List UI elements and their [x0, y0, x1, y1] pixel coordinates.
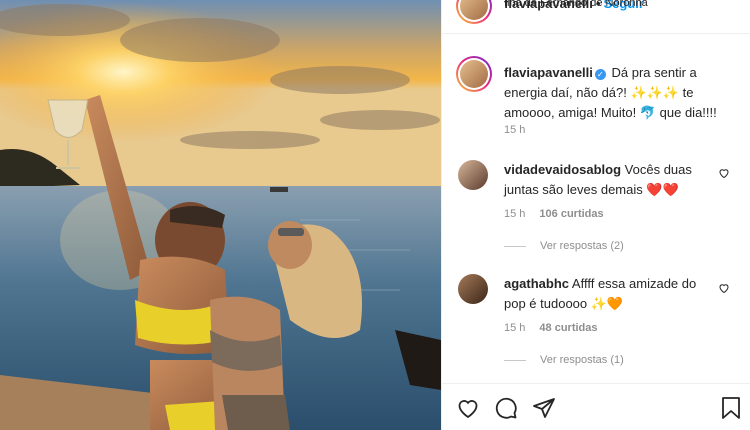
comment-likes[interactable]: 48 curtidas: [539, 322, 597, 334]
verified-badge-icon: ✓: [594, 69, 606, 80]
comment-time: 15 h: [504, 208, 526, 220]
caption-avatar[interactable]: [456, 56, 492, 92]
view-replies-label: Ver respostas (1): [540, 354, 624, 366]
bookmark-icon[interactable]: [720, 396, 742, 420]
replies-divider: [504, 359, 526, 361]
replies-divider: [504, 245, 526, 247]
commenter-avatar[interactable]: [458, 274, 488, 304]
comment-username[interactable]: vidadevaidosablog: [504, 162, 621, 177]
view-replies-button[interactable]: Ver respostas (2): [504, 240, 624, 252]
action-bar: [442, 383, 750, 430]
comment-username[interactable]: agathabhc: [504, 276, 569, 291]
commenter-avatar[interactable]: [458, 160, 488, 190]
heart-outline-icon[interactable]: [456, 396, 480, 420]
comment-likes[interactable]: 106 curtidas: [539, 208, 603, 220]
post-header: flaviapavanelli • Seguir Ilha de Fernando …: [442, 0, 750, 34]
comment-time: 15 h: [504, 322, 526, 334]
view-replies-label: Ver respostas (2): [540, 240, 624, 252]
location-link[interactable]: Ilha de Fernando de Noronha: [504, 0, 648, 9]
more-options-button[interactable]: ···: [722, 0, 741, 6]
post-photo[interactable]: [0, 0, 441, 430]
comment-like-icon[interactable]: [718, 167, 730, 182]
paper-plane-icon[interactable]: [532, 396, 556, 420]
view-replies-button[interactable]: Ver respostas (1): [504, 354, 624, 366]
post-side-panel: flaviapavanelli • Seguir Ilha de Fernando …: [441, 0, 750, 430]
caption-time: 15 h: [504, 124, 526, 136]
speech-bubble-icon[interactable]: [494, 396, 518, 420]
author-avatar[interactable]: [456, 0, 492, 24]
caption-username[interactable]: flaviapavanelli: [504, 65, 593, 80]
comment-like-icon[interactable]: [718, 282, 730, 297]
